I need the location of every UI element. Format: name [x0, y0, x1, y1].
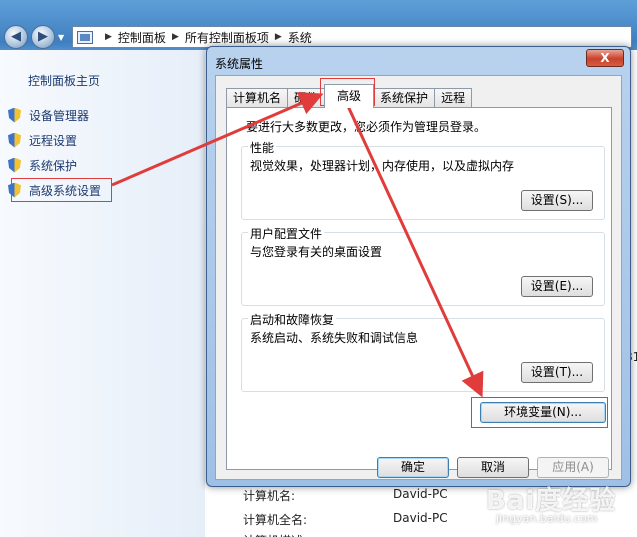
tab-computer-name[interactable]: 计算机名: [226, 88, 289, 108]
shield-icon: [8, 132, 21, 148]
breadcrumb-system[interactable]: 系统: [288, 29, 312, 46]
performance-group: 性能 视觉效果，处理器计划，内存使用，以及虚拟内存 设置(S)...: [241, 139, 605, 220]
sidebar-item-remote[interactable]: 远程设置: [8, 130, 77, 150]
ok-button[interactable]: 确定: [377, 457, 449, 478]
admin-note: 要进行大多数更改，您必须作为管理员登录。: [246, 120, 487, 134]
chevron-right-icon: ▶: [171, 32, 179, 42]
sidebar-item-device-manager[interactable]: 设备管理器: [8, 105, 89, 125]
computer-name-value: David-PC: [393, 487, 448, 501]
sidebar-item-label: 远程设置: [29, 133, 78, 148]
forward-button[interactable]: ▶: [31, 25, 55, 49]
performance-settings-button[interactable]: 设置(S)...: [521, 190, 593, 211]
sidebar: 控制面板主页 设备管理器 远程设置 系统保护 高级系统设置: [0, 50, 205, 537]
close-button[interactable]: X: [586, 49, 624, 67]
sidebar-item-label: 系统保护: [29, 158, 78, 173]
history-dropdown-icon[interactable]: ▼: [58, 33, 64, 42]
group-title: 启动和故障恢复: [248, 311, 337, 328]
control-panel-icon: [77, 30, 93, 44]
computer-name-label: 计算机名:: [243, 489, 296, 503]
tab-strip: 计算机名 硬件 高级 系统保护 远程: [226, 84, 473, 108]
cancel-button[interactable]: 取消: [457, 457, 529, 478]
shield-icon: [8, 157, 21, 173]
back-button[interactable]: ◀: [4, 25, 28, 49]
tab-system-protection[interactable]: 系统保护: [373, 88, 436, 108]
full-name-label: 计算机全名:: [243, 513, 308, 527]
group-description: 与您登录有关的桌面设置: [250, 245, 383, 259]
computer-description-label: 计算机描述: [243, 532, 303, 537]
sidebar-home-link[interactable]: 控制面板主页: [28, 72, 100, 89]
group-title: 性能: [248, 139, 277, 156]
sidebar-item-protection[interactable]: 系统保护: [8, 155, 77, 175]
tab-remote[interactable]: 远程: [434, 88, 473, 108]
startup-settings-button[interactable]: 设置(T)...: [521, 362, 593, 383]
sidebar-item-label: 设备管理器: [29, 108, 90, 123]
breadcrumb-control-panel[interactable]: 控制面板: [118, 29, 166, 46]
group-title: 用户配置文件: [248, 225, 325, 242]
full-name-value: David-PC: [393, 511, 448, 525]
startup-recovery-group: 启动和故障恢复 系统启动、系统失败和调试信息 设置(T)...: [241, 311, 605, 392]
tab-advanced[interactable]: 高级: [324, 84, 375, 108]
chevron-right-icon: ▶: [105, 32, 112, 42]
baidu-watermark: Bai度经验 jingyan.baidu.com: [480, 476, 630, 531]
user-profiles-settings-button[interactable]: 设置(E)...: [521, 276, 593, 297]
annotation-box-env-button: [471, 397, 608, 428]
dialog-title: 系统属性: [215, 57, 264, 71]
breadcrumb-all-items[interactable]: 所有控制面板项: [185, 29, 269, 46]
annotation-highlight-sidebar: [11, 178, 112, 202]
user-profiles-group: 用户配置文件 与您登录有关的桌面设置 设置(E)...: [241, 225, 605, 306]
shield-icon: [8, 107, 21, 123]
apply-button[interactable]: 应用(A): [537, 457, 609, 478]
address-bar[interactable]: ▶ 控制面板 ▶ 所有控制面板项 ▶ 系统: [72, 26, 632, 48]
group-description: 系统启动、系统失败和调试信息: [250, 331, 419, 345]
chevron-right-icon: ▶: [274, 32, 282, 42]
group-description: 视觉效果，处理器计划，内存使用，以及虚拟内存: [250, 159, 515, 173]
watermark-url: jingyan.baidu.com: [496, 512, 598, 525]
